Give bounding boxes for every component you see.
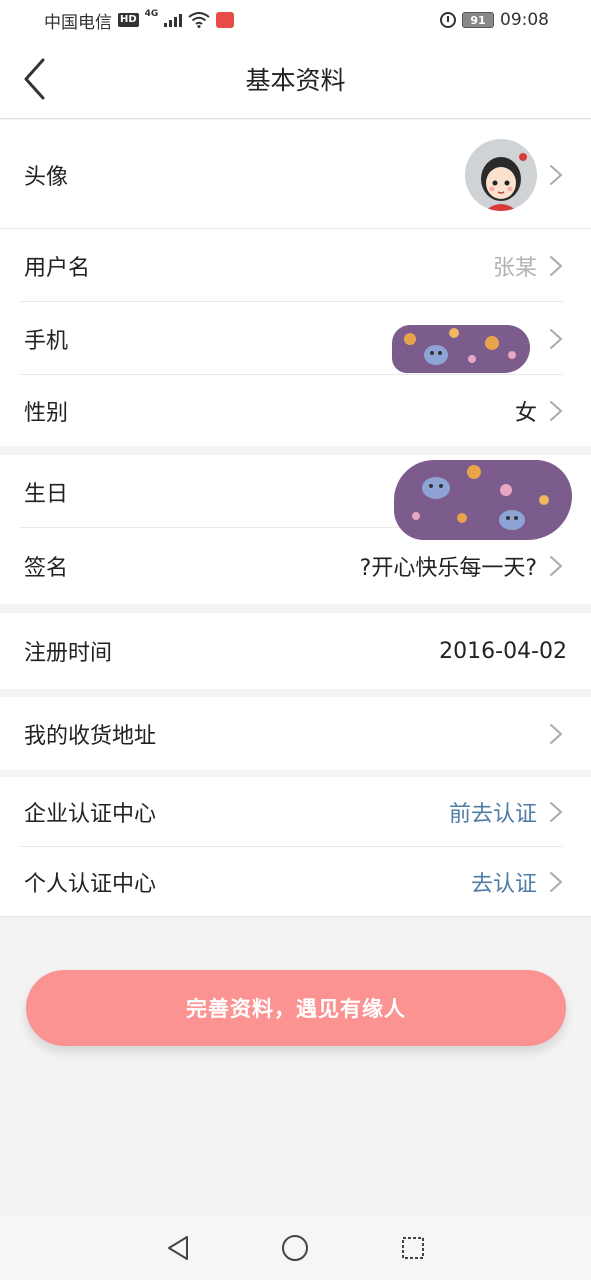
- chevron-right-icon: [550, 164, 563, 185]
- enterprise-cert-link[interactable]: 前去认证: [449, 796, 537, 828]
- row-enterprise-cert-right: 前去认证: [449, 796, 563, 828]
- signal-icon: [164, 13, 183, 27]
- row-register-time-label: 注册时间: [24, 641, 113, 666]
- complete-profile-button[interactable]: 完善资料，遇见有缘人: [26, 970, 566, 1046]
- chevron-right-icon: [550, 802, 563, 822]
- chevron-right-icon: [550, 328, 563, 349]
- back-button[interactable]: [14, 56, 54, 102]
- row-enterprise-cert-label: 企业认证中心: [24, 802, 157, 827]
- row-gender-right: 女: [515, 395, 563, 427]
- row-username-label: 用户名: [24, 255, 91, 281]
- signature-value: ?开心快乐每一天?: [359, 556, 537, 581]
- back-triangle-icon[interactable]: [165, 1234, 191, 1262]
- row-avatar-label: 头像: [24, 164, 69, 190]
- network-type-label: 4G: [144, 9, 159, 19]
- chevron-left-icon: [24, 58, 45, 100]
- row-gender[interactable]: 性别 女: [0, 375, 591, 446]
- home-circle-icon[interactable]: [281, 1234, 309, 1262]
- status-left: 中国电信 HD 4G: [44, 8, 235, 33]
- avatar-image: [465, 138, 537, 211]
- row-username[interactable]: 用户名 张某: [0, 229, 591, 302]
- chevron-right-icon: [550, 556, 563, 576]
- row-signature[interactable]: 签名 ?开心快乐每一天?: [0, 528, 591, 604]
- carrier-label: 中国电信: [44, 12, 112, 33]
- nav-bar: 基本资料: [0, 40, 591, 119]
- row-address-right: [549, 723, 563, 745]
- status-bar: 中国电信 HD 4G 91 09:08: [0, 0, 591, 40]
- chevron-right-icon: [550, 255, 563, 276]
- chevron-right-icon: [550, 723, 563, 744]
- personal-cert-link[interactable]: 去认证: [471, 866, 537, 898]
- recent-apps-icon[interactable]: [400, 1235, 426, 1261]
- row-personal-cert-right: 去认证: [471, 866, 563, 898]
- row-signature-right: ?开心快乐每一天?: [360, 550, 563, 582]
- chevron-right-icon: [550, 400, 563, 421]
- battery-icon: 91: [462, 12, 494, 28]
- row-avatar-right: [465, 138, 563, 211]
- row-personal-cert-label: 个人认证中心: [24, 872, 157, 897]
- row-gender-label: 性别: [24, 400, 69, 426]
- gender-value: 女: [514, 400, 537, 426]
- clock-label: 09:08: [500, 10, 549, 30]
- username-value: 张某: [492, 255, 537, 281]
- page-title: 基本资料: [245, 66, 346, 95]
- row-signature-label: 签名: [24, 556, 69, 581]
- register-time-value: 2016-04-02: [439, 638, 567, 664]
- hd-icon: HD: [118, 13, 139, 27]
- row-personal-cert[interactable]: 个人认证中心 去认证: [0, 847, 591, 917]
- chevron-right-icon: [550, 872, 563, 892]
- row-register-time: 注册时间 2016-04-02: [0, 613, 591, 689]
- app-notification-icon: [216, 12, 235, 28]
- system-nav-bar: [0, 1216, 591, 1280]
- wifi-icon: [188, 12, 210, 28]
- row-address[interactable]: 我的收货地址: [0, 697, 591, 770]
- redaction-mark: [392, 325, 530, 373]
- row-avatar[interactable]: 头像: [0, 120, 591, 229]
- row-phone-label: 手机: [24, 328, 69, 354]
- row-phone-right: [537, 328, 563, 350]
- row-enterprise-cert[interactable]: 企业认证中心 前去认证: [0, 777, 591, 847]
- row-username-right: 张某: [493, 250, 563, 282]
- avatar[interactable]: [465, 138, 537, 211]
- row-birthday-label: 生日: [24, 481, 69, 507]
- alarm-icon: [440, 12, 456, 28]
- status-right: 91 09:08: [440, 10, 549, 30]
- row-address-label: 我的收货地址: [24, 723, 157, 749]
